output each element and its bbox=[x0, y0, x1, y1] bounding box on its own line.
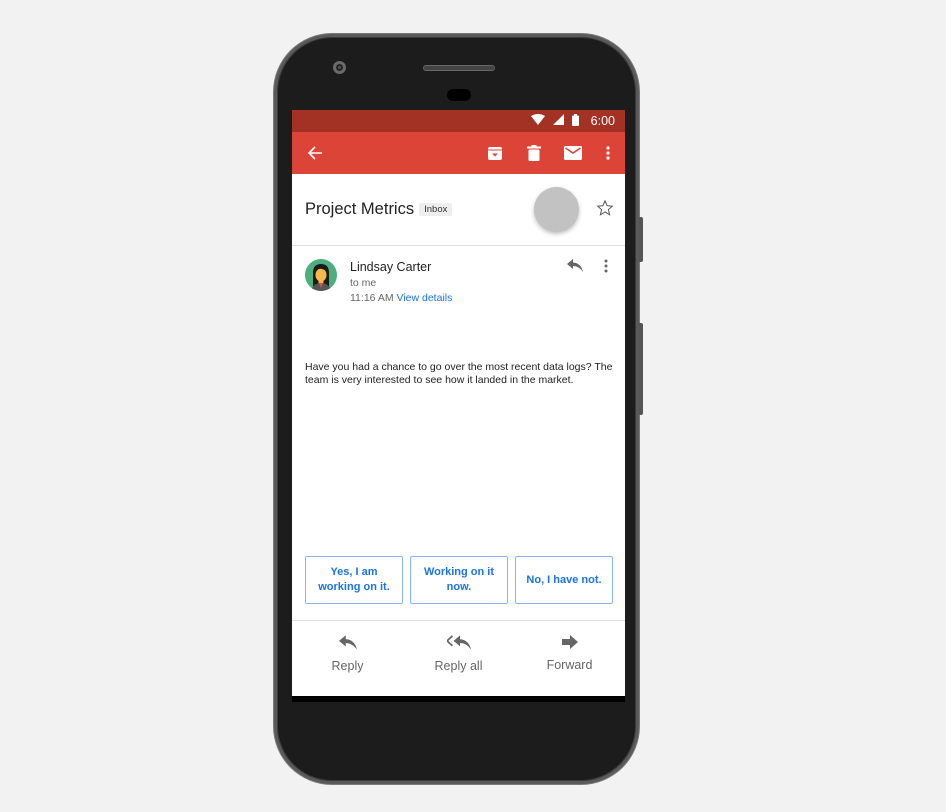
forward-label: Forward bbox=[546, 658, 593, 672]
mail-icon bbox=[564, 146, 582, 160]
person-avatar-icon bbox=[311, 264, 331, 291]
front-camera bbox=[333, 61, 346, 74]
star-outline-icon bbox=[596, 199, 614, 216]
earpiece-speaker bbox=[423, 65, 495, 71]
view-details-link[interactable]: View details bbox=[397, 292, 453, 304]
battery-icon bbox=[571, 113, 579, 129]
reply-all-icon bbox=[446, 635, 471, 650]
mark-unread-button[interactable] bbox=[558, 132, 588, 174]
reply-icon bbox=[567, 259, 583, 272]
email-subject: Project Metrics bbox=[305, 200, 415, 218]
email-body: Have you had a chance to go over the mos… bbox=[305, 361, 613, 386]
sender-avatar[interactable] bbox=[305, 259, 337, 291]
delete-icon bbox=[527, 145, 541, 161]
more-vert-icon bbox=[604, 259, 608, 273]
reply-label: Reply bbox=[331, 659, 364, 673]
more-vert-icon bbox=[606, 146, 610, 160]
proximity-sensor bbox=[447, 89, 471, 101]
smart-reply-button[interactable]: Working on it now. bbox=[410, 556, 508, 604]
reply-all-button[interactable]: Reply all bbox=[403, 621, 514, 696]
floating-action-placeholder bbox=[534, 187, 579, 232]
volume-button bbox=[639, 323, 643, 415]
system-nav-bar bbox=[292, 696, 625, 702]
signal-icon bbox=[552, 114, 564, 128]
subject-row: Project Metrics Inbox bbox=[292, 174, 625, 246]
sender-name: Lindsay Carter bbox=[350, 260, 432, 274]
reply-button[interactable]: Reply bbox=[292, 621, 403, 696]
reply-icon bbox=[338, 635, 357, 650]
phone-frame: 6:00 Project Metrics Inbox Lindsay Carte… bbox=[274, 34, 643, 784]
recipient-text: to me bbox=[350, 277, 377, 289]
arrow-left-icon bbox=[307, 146, 322, 160]
status-bar: 6:00 bbox=[292, 110, 625, 132]
timestamp-line: 11:16 AM View details bbox=[350, 292, 452, 304]
action-bar: Reply Reply all Forward bbox=[292, 620, 625, 696]
inbox-label[interactable]: Inbox bbox=[419, 203, 453, 216]
forward-button[interactable]: Forward bbox=[514, 621, 625, 696]
app-bar bbox=[292, 132, 625, 174]
reply-all-label: Reply all bbox=[434, 659, 483, 673]
message-more-button[interactable] bbox=[604, 259, 608, 278]
archive-button[interactable] bbox=[480, 132, 510, 174]
smart-reply-button[interactable]: No, I have not. bbox=[515, 556, 613, 604]
status-time: 6:00 bbox=[590, 114, 615, 128]
more-options-button[interactable] bbox=[593, 132, 623, 174]
wifi-icon bbox=[530, 114, 545, 128]
smart-reply-button[interactable]: Yes, I am working on it. bbox=[305, 556, 403, 604]
forward-icon bbox=[561, 635, 578, 649]
power-button bbox=[639, 217, 643, 262]
quick-reply-button[interactable] bbox=[567, 259, 583, 277]
email-time: 11:16 AM bbox=[350, 292, 394, 304]
archive-icon bbox=[488, 147, 502, 160]
sender-row: Lindsay Carter to me 11:16 AM View detai… bbox=[292, 246, 625, 316]
delete-button[interactable] bbox=[519, 132, 549, 174]
smart-reply-list: Yes, I am working on it. Working on it n… bbox=[305, 556, 613, 604]
screen: 6:00 Project Metrics Inbox Lindsay Carte… bbox=[292, 110, 625, 702]
back-button[interactable] bbox=[300, 132, 330, 174]
star-button[interactable] bbox=[596, 199, 614, 222]
